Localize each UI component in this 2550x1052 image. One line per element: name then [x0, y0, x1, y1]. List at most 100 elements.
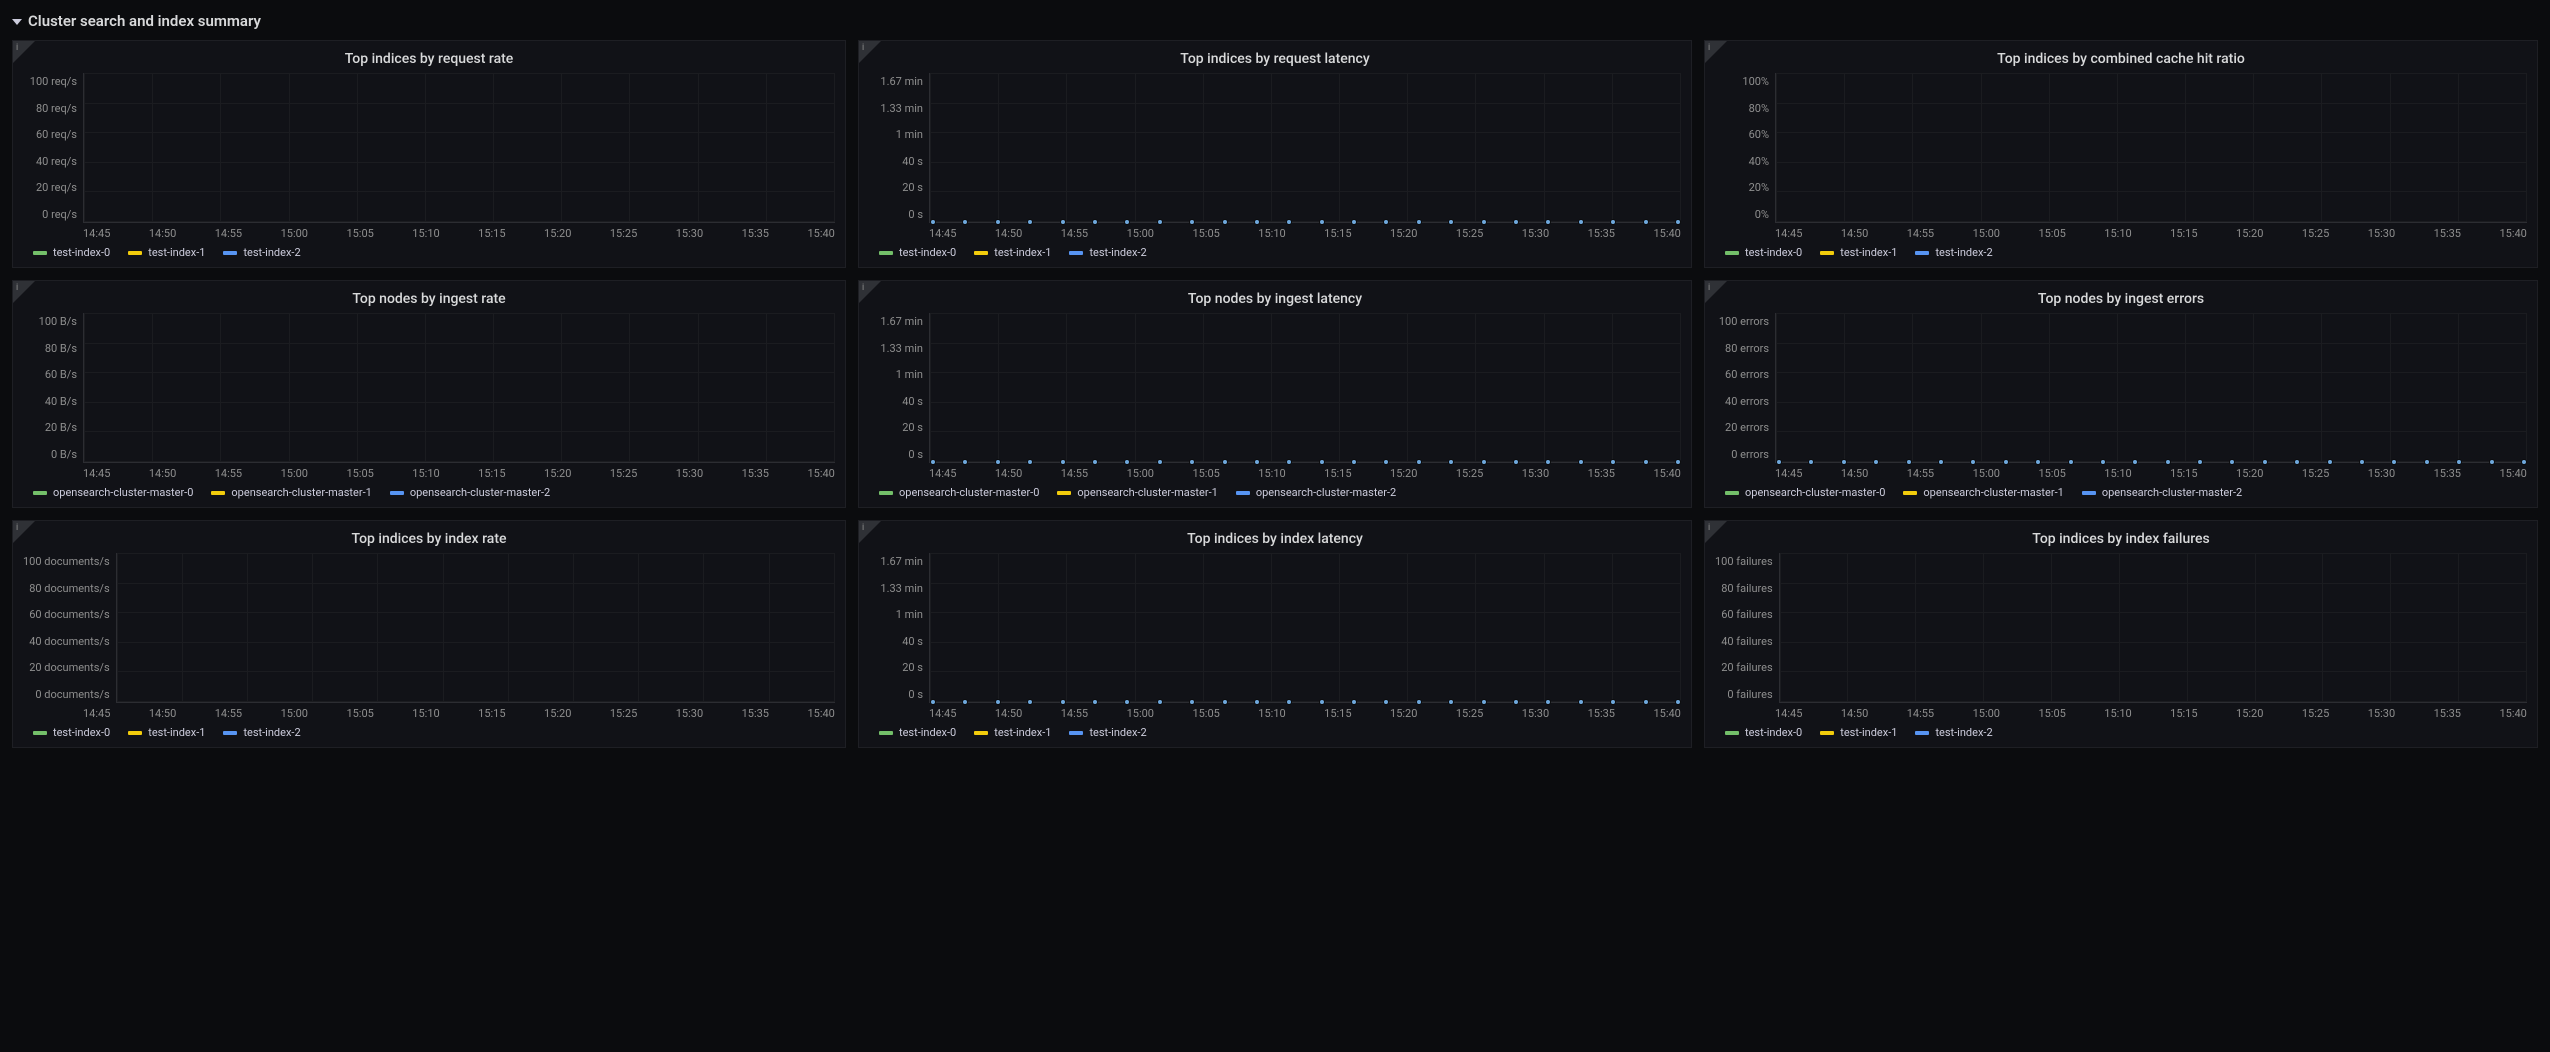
chart-canvas[interactable]	[929, 553, 1681, 703]
legend-item[interactable]: test-index-0	[33, 726, 110, 739]
info-icon[interactable]	[13, 281, 35, 303]
plot-area[interactable]: 1.67 min1.33 min1 min40 s20 s0 s	[869, 73, 1681, 223]
y-tick: 0 documents/s	[35, 688, 109, 701]
legend-label: test-index-2	[1089, 726, 1146, 739]
legend-item[interactable]: test-index-1	[974, 726, 1051, 739]
chart-canvas[interactable]	[1775, 73, 2527, 223]
x-tick: 14:55	[215, 467, 242, 480]
x-tick: 14:45	[83, 707, 110, 720]
legend-item[interactable]: test-index-2	[1915, 726, 1992, 739]
legend-swatch	[1057, 491, 1071, 495]
info-icon[interactable]	[859, 41, 881, 63]
legend-item[interactable]: opensearch-cluster-master-2	[390, 486, 550, 499]
legend-item[interactable]: test-index-1	[1820, 726, 1897, 739]
legend-swatch	[33, 251, 47, 255]
y-tick: 80 failures	[1721, 582, 1772, 595]
legend-item[interactable]: test-index-2	[1069, 246, 1146, 259]
x-tick: 15:35	[2434, 467, 2461, 480]
legend-item[interactable]: opensearch-cluster-master-2	[1236, 486, 1396, 499]
plot-area[interactable]: 100%80%60%40%20%0%	[1715, 73, 2527, 223]
y-tick: 40 s	[902, 635, 923, 648]
plot-area[interactable]: 1.67 min1.33 min1 min40 s20 s0 s	[869, 313, 1681, 463]
legend-label: test-index-1	[1840, 726, 1897, 739]
x-tick: 15:30	[676, 467, 703, 480]
panel-p2[interactable]: Top indices by request latency1.67 min1.…	[858, 40, 1692, 268]
legend-item[interactable]: opensearch-cluster-master-2	[2082, 486, 2242, 499]
chart-canvas[interactable]	[116, 553, 835, 703]
plot-area[interactable]: 100 req/s80 req/s60 req/s40 req/s20 req/…	[23, 73, 835, 223]
panel-p5[interactable]: Top nodes by ingest latency1.67 min1.33 …	[858, 280, 1692, 508]
info-icon[interactable]	[13, 521, 35, 543]
panel-title: Top nodes by ingest errors	[1715, 287, 2527, 313]
legend-item[interactable]: opensearch-cluster-master-1	[1057, 486, 1217, 499]
info-icon[interactable]	[1705, 521, 1727, 543]
chevron-down-icon	[12, 19, 22, 25]
v-gridlines	[1776, 313, 2527, 462]
chart-canvas[interactable]	[83, 313, 835, 463]
legend-item[interactable]: test-index-1	[1820, 246, 1897, 259]
legend-item[interactable]: opensearch-cluster-master-0	[1725, 486, 1885, 499]
legend-item[interactable]: test-index-0	[1725, 726, 1802, 739]
panel-p6[interactable]: Top nodes by ingest errors100 errors80 e…	[1704, 280, 2538, 508]
panel-p3[interactable]: Top indices by combined cache hit ratio1…	[1704, 40, 2538, 268]
plot-area[interactable]: 100 B/s80 B/s60 B/s40 B/s20 B/s0 B/s	[23, 313, 835, 463]
chart-canvas[interactable]	[929, 313, 1681, 463]
y-tick: 100%	[1742, 75, 1769, 88]
x-tick: 14:45	[1775, 707, 1802, 720]
legend-label: test-index-0	[53, 726, 110, 739]
x-tick: 15:25	[610, 707, 637, 720]
x-tick: 14:50	[149, 707, 176, 720]
panel-p1[interactable]: Top indices by request rate100 req/s80 r…	[12, 40, 846, 268]
plot-area[interactable]: 100 errors80 errors60 errors40 errors20 …	[1715, 313, 2527, 463]
info-icon[interactable]	[859, 281, 881, 303]
legend-item[interactable]: test-index-1	[128, 726, 205, 739]
chart-canvas[interactable]	[83, 73, 835, 223]
y-axis: 100%80%60%40%20%0%	[1715, 73, 1775, 223]
x-tick: 15:20	[2236, 227, 2263, 240]
legend: opensearch-cluster-master-0 opensearch-cl…	[23, 482, 835, 499]
legend-swatch	[33, 731, 47, 735]
chart-canvas[interactable]	[929, 73, 1681, 223]
legend-item[interactable]: opensearch-cluster-master-1	[1903, 486, 2063, 499]
info-icon[interactable]	[13, 41, 35, 63]
x-tick: 15:15	[1324, 467, 1351, 480]
legend-item[interactable]: test-index-0	[1725, 246, 1802, 259]
legend-swatch	[1725, 251, 1739, 255]
legend-item[interactable]: test-index-2	[1069, 726, 1146, 739]
legend-item[interactable]: test-index-0	[879, 246, 956, 259]
panel-p9[interactable]: Top indices by index failures100 failure…	[1704, 520, 2538, 748]
legend-swatch	[1725, 491, 1739, 495]
legend-swatch	[1915, 731, 1929, 735]
legend-item[interactable]: opensearch-cluster-master-0	[33, 486, 193, 499]
info-icon[interactable]	[859, 521, 881, 543]
legend-item[interactable]: test-index-2	[1915, 246, 1992, 259]
plot-area[interactable]: 100 failures80 failures60 failures40 fai…	[1715, 553, 2527, 703]
chart-canvas[interactable]	[1775, 313, 2527, 463]
row-header[interactable]: Cluster search and index summary	[12, 8, 2538, 40]
legend-item[interactable]: test-index-1	[128, 246, 205, 259]
x-tick: 15:30	[2368, 707, 2395, 720]
legend-item[interactable]: test-index-0	[33, 246, 110, 259]
info-icon[interactable]	[1705, 281, 1727, 303]
plot-area[interactable]: 1.67 min1.33 min1 min40 s20 s0 s	[869, 553, 1681, 703]
panel-p4[interactable]: Top nodes by ingest rate100 B/s80 B/s60 …	[12, 280, 846, 508]
legend-swatch	[1820, 731, 1834, 735]
panel-p8[interactable]: Top indices by index latency1.67 min1.33…	[858, 520, 1692, 748]
x-axis: 14:4514:5014:5515:0015:0515:1015:1515:20…	[83, 223, 835, 242]
legend-label: opensearch-cluster-master-2	[410, 486, 550, 499]
legend-item[interactable]: opensearch-cluster-master-1	[211, 486, 371, 499]
x-tick: 15:00	[1973, 707, 2000, 720]
legend-swatch	[879, 731, 893, 735]
plot-area[interactable]: 100 documents/s80 documents/s60 document…	[23, 553, 835, 703]
legend-item[interactable]: test-index-0	[879, 726, 956, 739]
x-axis: 14:4514:5014:5515:0015:0515:1015:1515:20…	[929, 463, 1681, 482]
x-tick: 15:05	[2038, 707, 2065, 720]
legend-item[interactable]: test-index-2	[223, 246, 300, 259]
panel-p7[interactable]: Top indices by index rate100 documents/s…	[12, 520, 846, 748]
legend-item[interactable]: test-index-1	[974, 246, 1051, 259]
y-tick: 60%	[1749, 128, 1769, 141]
legend-item[interactable]: opensearch-cluster-master-0	[879, 486, 1039, 499]
chart-canvas[interactable]	[1779, 553, 2527, 703]
legend-item[interactable]: test-index-2	[223, 726, 300, 739]
info-icon[interactable]	[1705, 41, 1727, 63]
